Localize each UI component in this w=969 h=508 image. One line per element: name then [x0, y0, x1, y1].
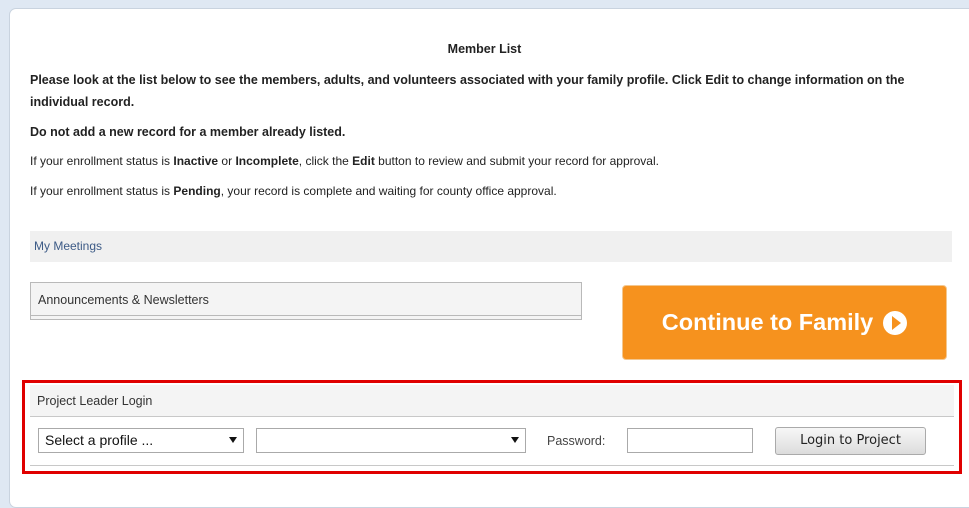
my-meetings-link[interactable]: My Meetings — [30, 231, 952, 262]
pending-label: Pending — [173, 184, 221, 198]
inactive-label: Inactive — [173, 154, 219, 168]
status-text: If your enrollment status is — [30, 184, 174, 198]
continue-button-label: Continue to Family — [661, 309, 874, 335]
continue-to-family-button[interactable]: Continue to Family — [622, 285, 947, 360]
status-text: If your enrollment status is — [30, 154, 174, 168]
intro-text: Please look at the list below to see the… — [30, 73, 905, 109]
status-inactive-text: If your enrollment status is Inactive or… — [30, 154, 659, 168]
incomplete-label: Incomplete — [235, 154, 299, 168]
circle-arrow-right-icon — [883, 310, 908, 335]
status-text: or — [218, 154, 236, 168]
status-text: button to review and submit your record … — [374, 154, 659, 168]
highlight-box — [22, 380, 962, 474]
warning-text: Do not add a new record for a member alr… — [30, 125, 346, 139]
edit-label: Edit — [352, 154, 375, 168]
page-title: Member List — [447, 42, 522, 56]
status-pending-text: If your enrollment status is Pending, yo… — [30, 184, 557, 198]
status-text: , your record is complete and waiting fo… — [220, 184, 557, 198]
status-text: , click the — [298, 154, 353, 168]
announcements-panel-header[interactable]: Announcements & Newsletters — [30, 282, 582, 320]
